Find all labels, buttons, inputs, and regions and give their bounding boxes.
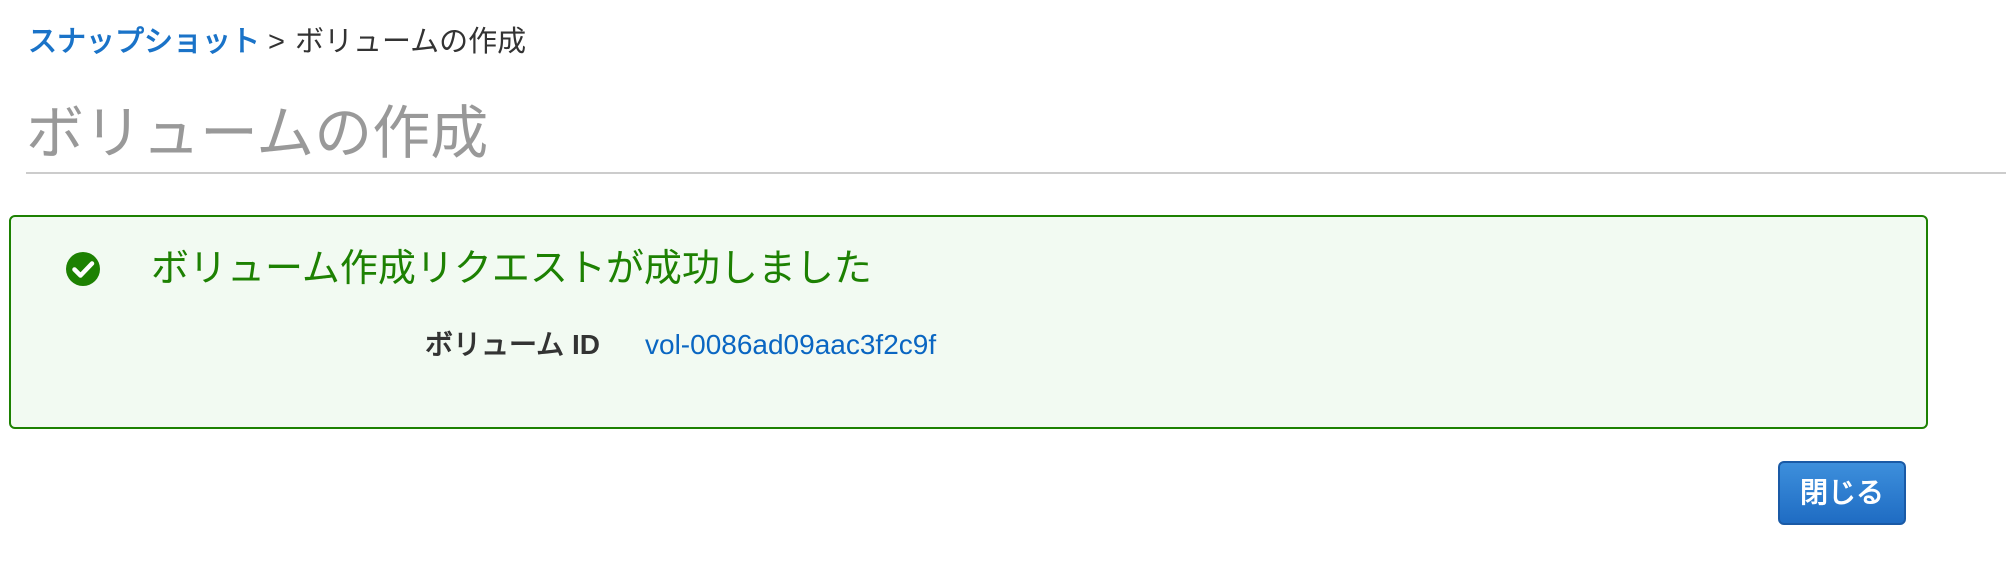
alert-title: ボリューム作成リクエストが成功しました (151, 248, 872, 290)
check-circle-icon (66, 252, 100, 286)
volume-id-label: ボリューム ID (425, 329, 600, 360)
close-button[interactable]: 閉じる (1778, 461, 1906, 525)
breadcrumb-current: ボリュームの作成 (294, 26, 527, 58)
title-divider (26, 172, 2006, 174)
breadcrumb-link-snapshots[interactable]: スナップショット (28, 26, 260, 58)
breadcrumb: スナップショット > ボリュームの作成 (28, 22, 526, 62)
success-alert: ボリューム作成リクエストが成功しました ボリューム ID vol-0086ad0… (9, 215, 1928, 429)
page-title: ボリュームの作成 (26, 101, 489, 166)
breadcrumb-separator: > (268, 26, 285, 58)
volume-id-link[interactable]: vol-0086ad09aac3f2c9f (645, 325, 936, 365)
